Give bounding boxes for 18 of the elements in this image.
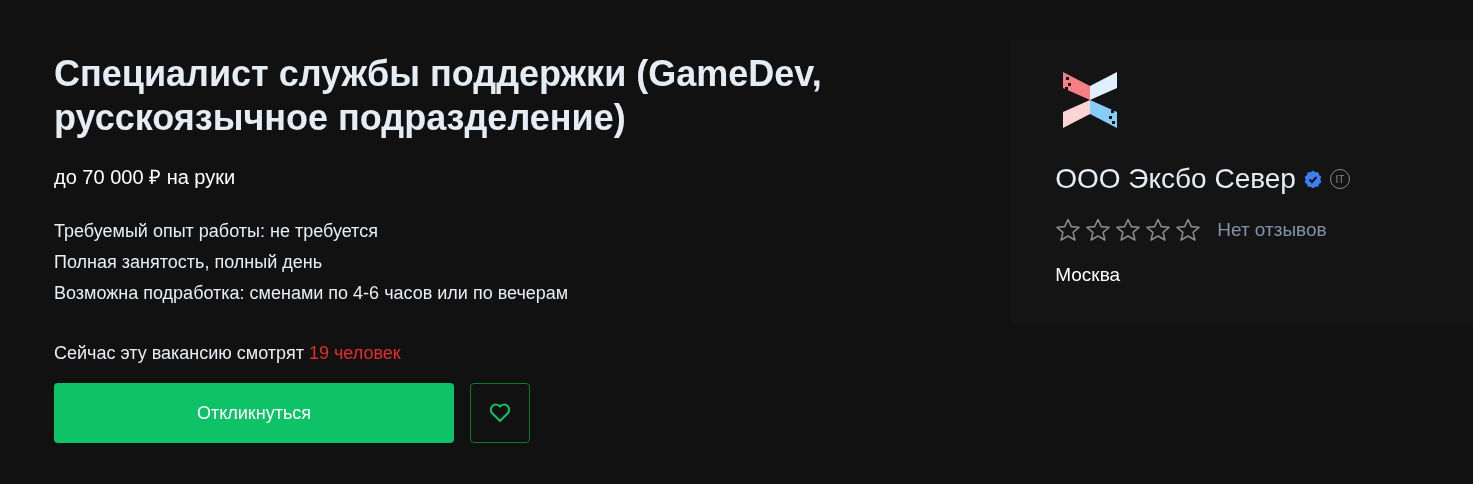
company-logo bbox=[1063, 72, 1118, 128]
favorite-button[interactable] bbox=[470, 383, 530, 443]
salary: до 70 000 ₽ на руки bbox=[54, 165, 237, 190]
vacancy-detail: Требуемый опыт работы: не требуется bbox=[54, 220, 379, 243]
vacancy-title: Специалист службы поддержки (GameDev, русскоязычное подразделение) bbox=[54, 52, 823, 140]
vacancy-detail: Полная занятость, полный день bbox=[54, 251, 323, 274]
star-icon bbox=[1055, 218, 1082, 243]
company-name: ООО Эксбо Север bbox=[1055, 162, 1296, 196]
heart-icon bbox=[489, 403, 511, 423]
star-icon bbox=[1085, 218, 1112, 243]
star-icon bbox=[1175, 218, 1202, 243]
star-icon bbox=[1145, 218, 1172, 243]
viewers-text: Сейчас эту вакансию смотрят 19 человек bbox=[54, 342, 402, 365]
reviews-count: Нет отзывов bbox=[1217, 218, 1327, 242]
company-city: Москва bbox=[1055, 262, 1122, 287]
vacancy-detail: Возможна подработка: сменами по 4-6 часов или по вечерам bbox=[54, 282, 570, 305]
apply-button[interactable]: Откликнуться bbox=[54, 383, 454, 443]
star-icon bbox=[1115, 218, 1142, 243]
